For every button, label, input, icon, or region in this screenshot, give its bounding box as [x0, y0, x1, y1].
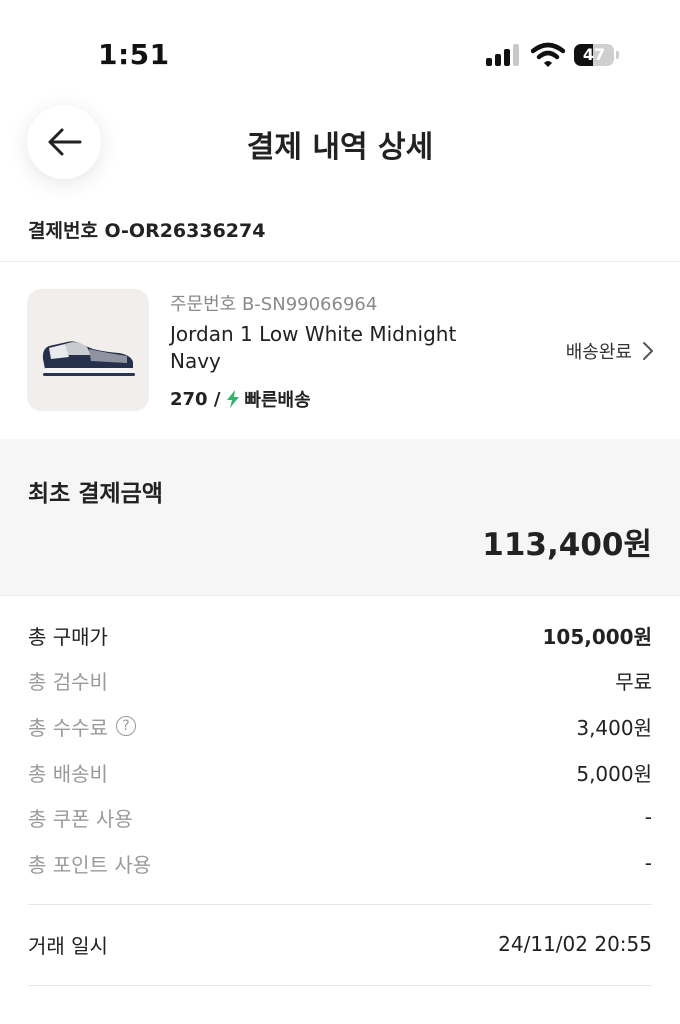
- delivery-type: 빠른배송: [244, 390, 311, 411]
- divider: [0, 261, 680, 262]
- delivery-status-link[interactable]: 배송완료: [566, 338, 654, 364]
- transaction-value: 24/11/02 20:55: [498, 932, 652, 956]
- transaction-date-row: 거래 일시 24/11/02 20:55: [28, 929, 652, 959]
- divider: [28, 985, 652, 986]
- breakdown-row-points: 총 포인트 사용 -: [28, 848, 652, 878]
- breakdown-value: 무료: [615, 669, 652, 694]
- battery-icon: 47: [574, 44, 620, 66]
- breakdown-label: 총 쿠폰 사용: [28, 806, 133, 831]
- breakdown-label: 총 수수료: [28, 715, 108, 740]
- breakdown-row-fee: 총 수수료 ? 3,400원: [28, 711, 652, 741]
- breakdown-value: 3,400원: [576, 715, 652, 740]
- total-label: 최초 결제금액: [28, 481, 163, 507]
- breakdown-label: 총 배송비: [28, 761, 108, 786]
- chevron-right-icon: [643, 342, 653, 360]
- payment-number: 결제번호 O-OR26336274: [28, 220, 266, 242]
- total-section: 최초 결제금액 113,400원: [0, 439, 680, 595]
- breakdown-label: 총 포인트 사용: [28, 852, 152, 877]
- product-size: 270 /: [170, 388, 221, 410]
- product-image[interactable]: [27, 289, 149, 411]
- breakdown-row-coupon: 총 쿠폰 사용 -: [28, 802, 652, 832]
- help-icon[interactable]: ?: [115, 716, 136, 736]
- sneaker-icon: [42, 341, 135, 376]
- breakdown-row-shipping: 총 배송비 5,000원: [28, 757, 652, 787]
- breakdown-row-purchase: 총 구매가 105,000원: [28, 620, 652, 650]
- breakdown-label: 총 구매가: [28, 624, 108, 649]
- status-time: 1:51: [98, 38, 170, 71]
- cellular-signal-icon: [486, 44, 522, 66]
- product-option: 270 / 빠른배송: [170, 386, 311, 412]
- transaction-label: 거래 일시: [28, 933, 108, 958]
- breakdown-value: 5,000원: [576, 761, 652, 786]
- lightning-icon: [227, 390, 240, 408]
- order-number: 주문번호 B-SN99066964: [170, 294, 378, 315]
- battery-level: 47: [582, 45, 606, 64]
- total-value: 113,400원: [482, 527, 652, 563]
- divider: [0, 595, 680, 596]
- breakdown-value: -: [644, 851, 652, 875]
- product-name: Jordan 1 Low White Midnight Navy: [170, 322, 457, 373]
- divider: [28, 904, 652, 905]
- wifi-icon: [531, 42, 565, 67]
- breakdown-value: -: [644, 805, 652, 829]
- breakdown-label-wrap: 총 수수료 ?: [28, 712, 136, 741]
- breakdown-label: 총 검수비: [28, 669, 108, 694]
- status-bar: 1:51 47: [0, 0, 680, 100]
- page-title: 결제 내역 상세: [246, 130, 434, 165]
- breakdown-row-inspection: 총 검수비 무료: [28, 665, 652, 695]
- delivery-status: 배송완료: [565, 342, 632, 363]
- breakdown-value: 105,000원: [542, 624, 653, 649]
